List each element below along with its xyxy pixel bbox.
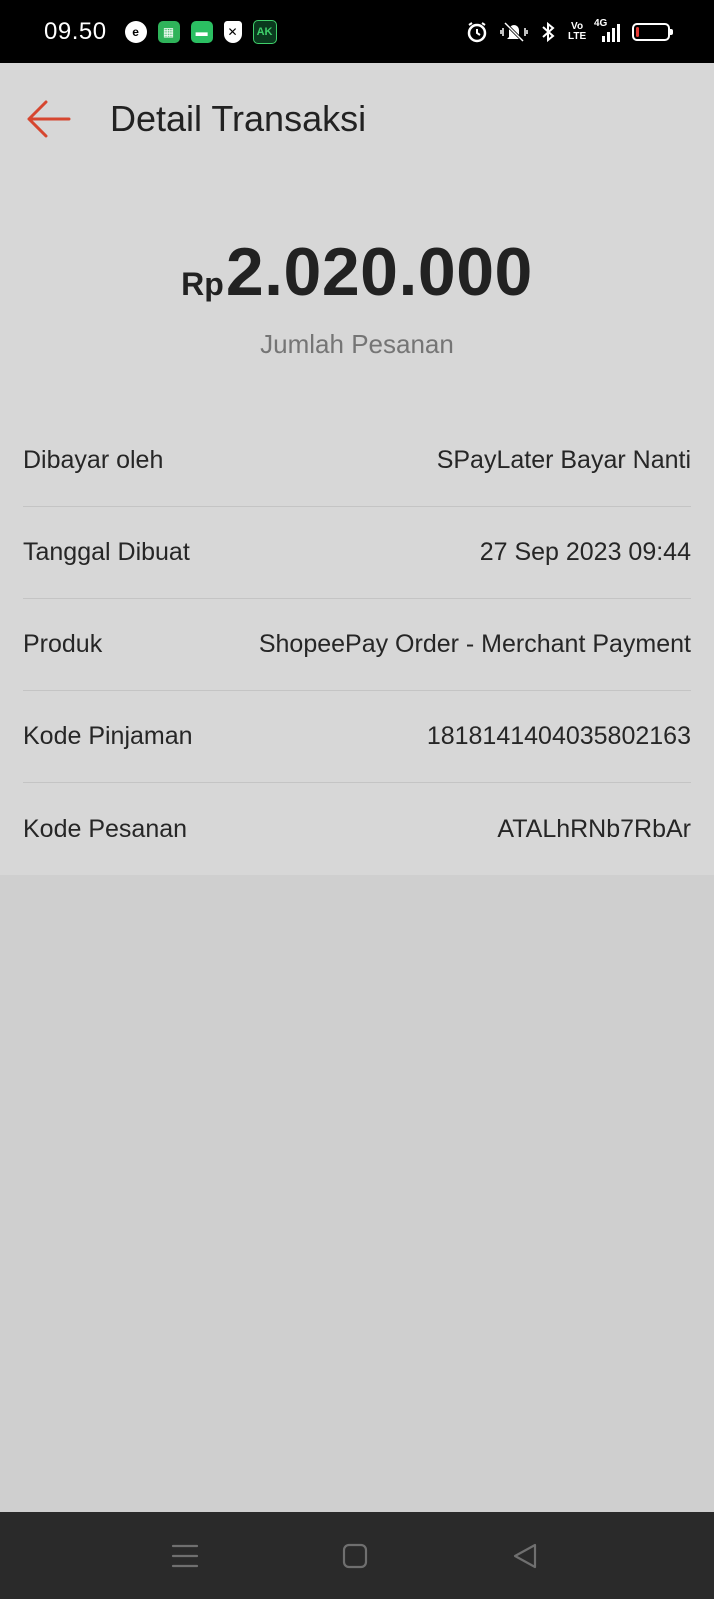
home-button[interactable] (330, 1532, 380, 1580)
detail-value: 27 Sep 2023 09:44 (479, 538, 691, 566)
notification-icons: e ▦ ▬ ✕ AK (124, 19, 277, 44)
transaction-detail-card: Rp 2.020.000 Jumlah Pesanan Dibayar oleh… (0, 175, 714, 875)
detail-label: Kode Pesanan (23, 814, 188, 843)
detail-label: Kode Pinjaman (23, 722, 193, 750)
shield-icon: ✕ (223, 20, 242, 43)
detail-label: Produk (23, 630, 103, 658)
detail-list: Dibayar oleh SPayLater Bayar Nanti Tangg… (23, 415, 691, 875)
detail-row-order-code: Kode Pesanan ATALhRNb7RbAr (23, 783, 691, 875)
battery-level (636, 26, 639, 37)
detail-row-paid-by: Dibayar oleh SPayLater Bayar Nanti (23, 415, 691, 507)
currency-symbol: Rp (181, 266, 224, 302)
detail-row-product: Produk ShopeePay Order - Merchant Paymen… (23, 599, 691, 691)
nav-back-button[interactable] (500, 1532, 550, 1580)
ak-app-icon: AK (252, 19, 277, 44)
system-icons: Vo LTE 4G (466, 18, 673, 43)
detail-value: ShopeePay Order - Merchant Payment (258, 630, 691, 658)
mute-vibrate-icon (500, 21, 528, 43)
amount-label: Jumlah Pesanan (260, 329, 454, 359)
arrow-left-icon (27, 100, 71, 138)
status-time: 09.50 (44, 17, 107, 45)
calculator-app-icon: ▦ (157, 20, 180, 43)
battery-icon (632, 22, 673, 41)
volte-icon: Vo LTE (568, 20, 587, 42)
amount-value: 2.020.000 (225, 234, 533, 310)
chrome-like-icon: e (124, 20, 147, 43)
detail-row-loan-code: Kode Pinjaman 1818141404035802163 (23, 691, 691, 783)
menu-icon (171, 1544, 199, 1568)
4g-signal-icon: 4G (594, 18, 620, 42)
alarm-icon (466, 21, 488, 43)
back-button[interactable] (22, 93, 74, 145)
network-type-label: 4G (594, 17, 608, 29)
detail-label: Dibayar oleh (23, 446, 164, 474)
detail-value: SPayLater Bayar Nanti (436, 446, 691, 474)
bluetooth-icon (540, 21, 556, 43)
detail-label: Tanggal Dibuat (23, 538, 190, 566)
amount-summary: Rp 2.020.000 Jumlah Pesanan (0, 175, 714, 360)
detail-row-created-date: Tanggal Dibuat 27 Sep 2023 09:44 (23, 507, 691, 599)
app-bar: Detail Transaksi (0, 63, 714, 175)
detail-value: ATALhRNb7RbAr (497, 814, 691, 843)
page-title: Detail Transaksi (110, 98, 367, 139)
system-nav-bar (0, 1512, 714, 1599)
back-triangle-icon (513, 1543, 537, 1569)
status-bar: 09.50 e ▦ ▬ ✕ AK Vo LTE 4G (0, 0, 714, 63)
order-amount: Rp 2.020.000 (181, 233, 533, 311)
detail-value: 1818141404035802163 (426, 722, 691, 750)
chat-app-icon: ▬ (190, 20, 213, 43)
home-square-icon (342, 1543, 368, 1569)
menu-button[interactable] (160, 1532, 210, 1580)
